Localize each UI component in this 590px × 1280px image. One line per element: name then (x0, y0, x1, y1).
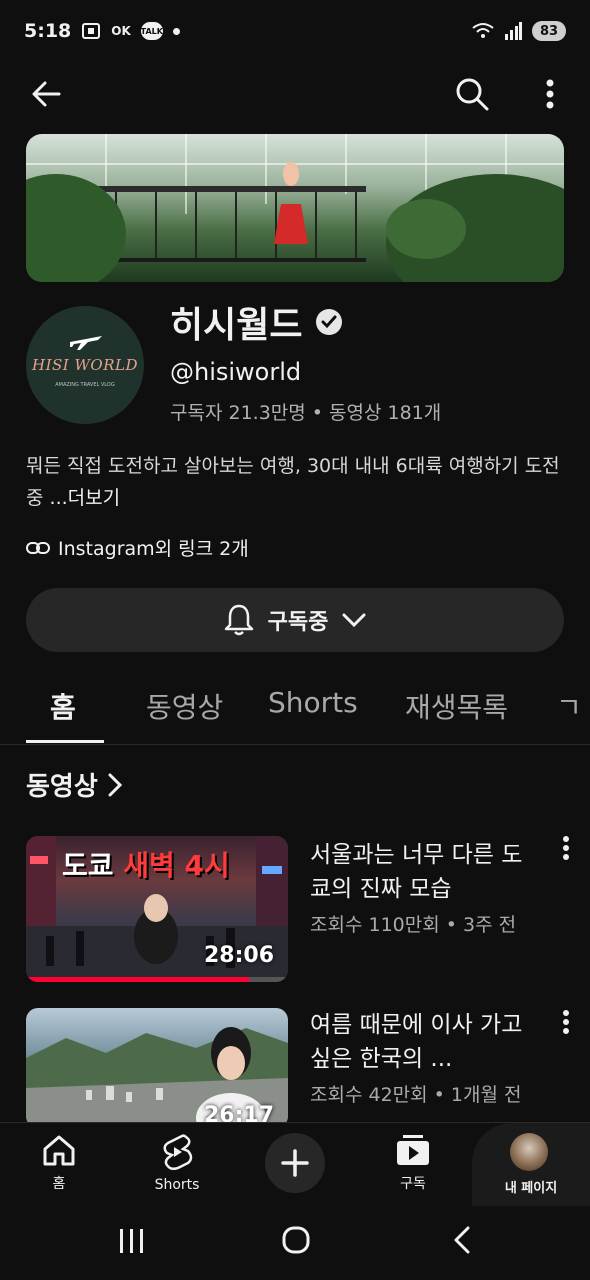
shorts-icon (163, 1134, 193, 1171)
video-thumbnail[interactable]: 26:17 (26, 1008, 288, 1128)
avatar (510, 1133, 548, 1171)
video-menu-button[interactable] (556, 836, 576, 866)
chevron-right-icon (108, 773, 122, 796)
section-title: 동영상 (26, 772, 98, 802)
videos-section-header[interactable]: 동영상 (26, 766, 122, 803)
channel-handle: @hisiworld (170, 358, 302, 386)
nav-subscriptions[interactable]: 구독 (368, 1133, 458, 1193)
thumbnail-caption: 도쿄 새벽 4시 (62, 849, 230, 882)
more-vertical-icon (546, 79, 554, 109)
wifi-icon (472, 23, 494, 38)
signal-icon (505, 22, 522, 40)
system-navigation-bar (0, 1206, 590, 1280)
subscribed-label: 구독중 (267, 610, 329, 635)
home-icon (43, 1135, 75, 1166)
video-meta: 조회수 110만회 • 3주 전 (310, 914, 517, 936)
plus-icon (281, 1149, 309, 1177)
nav-shorts[interactable]: Shorts (132, 1133, 222, 1193)
channel-avatar[interactable]: HISI WORLD AMAZING TRAVEL VLOG (26, 306, 144, 424)
back-button[interactable] (26, 74, 66, 114)
watch-progress-bar (26, 977, 288, 982)
more-link[interactable]: ...더보기 (50, 487, 121, 509)
search-button[interactable] (452, 74, 492, 114)
video-title[interactable]: 여름 때문에 이사 가고 싶은 한국의 ... (310, 1008, 540, 1076)
channel-name: 히시월드 (170, 305, 303, 346)
more-vertical-icon (563, 836, 569, 860)
video-thumbnail[interactable]: 도쿄 새벽 4시 28:06 (26, 836, 288, 982)
airplane-icon (70, 336, 102, 350)
bell-icon (224, 604, 253, 636)
tab-shorts[interactable]: Shorts (268, 686, 358, 719)
nav-home[interactable]: 홈 (14, 1133, 104, 1193)
subscribed-button[interactable]: 구독중 (26, 588, 564, 652)
verified-icon (316, 309, 343, 335)
notification-dot (172, 27, 180, 35)
tab-playlists[interactable]: 재생목록 (405, 686, 508, 726)
back-nav-icon[interactable] (452, 1226, 472, 1254)
nav-my-page-label: 내 페이지 (504, 1181, 558, 1196)
status-bar: 5:18 OK TALK 83 (24, 14, 566, 48)
channel-banner (26, 134, 564, 282)
chevron-down-icon (342, 613, 366, 627)
active-tab-indicator (26, 740, 104, 743)
video-meta: 조회수 42만회 • 1개월 전 (310, 1084, 522, 1106)
kakaotalk-icon: TALK (141, 22, 163, 40)
more-vertical-icon (563, 1010, 569, 1034)
video-title[interactable]: 서울과는 너무 다른 도쿄의 진짜 모습 (310, 838, 540, 906)
avatar-logo-subtext: AMAZING TRAVEL VLOG (55, 382, 115, 388)
more-options-button[interactable] (530, 74, 570, 114)
status-time: 5:18 (24, 20, 72, 42)
subscriptions-icon (397, 1135, 429, 1165)
avatar-logo-text: HISI WORLD (32, 356, 138, 374)
watch-progress-fill (26, 977, 249, 982)
tab-videos[interactable]: 동영상 (146, 686, 223, 726)
nav-my-page[interactable]: 내 페이지 (472, 1123, 590, 1207)
channel-stats: 구독자 21.3만명 • 동영상 181개 (170, 402, 442, 424)
tab-home[interactable]: 홈 (50, 686, 76, 726)
nav-subscriptions-label: 구독 (400, 1176, 426, 1192)
arrow-left-icon (32, 81, 61, 107)
channel-tabs: 홈 동영상 Shorts 재생목록 ㄱ (0, 676, 590, 745)
bottom-navigation: 홈 Shorts 구독 내 페이지 (0, 1122, 590, 1207)
link-text: Instagram외 링크 2개 (58, 538, 249, 560)
tab-more[interactable]: ㄱ (556, 686, 582, 726)
ok-indicator: OK (111, 24, 131, 38)
video-duration: 28:06 (203, 943, 274, 968)
channel-title: 히시월드 (170, 296, 343, 348)
channel-description[interactable]: 뭐든 직접 도전하고 살아보는 여행, 30대 내내 6대륙 여행하기 도전 중… (26, 450, 566, 514)
create-button[interactable] (265, 1133, 325, 1193)
home-button-icon[interactable] (282, 1226, 310, 1254)
nav-home-label: 홈 (52, 1176, 66, 1192)
channel-links[interactable]: Instagram외 링크 2개 (26, 534, 249, 561)
link-icon (26, 541, 50, 554)
nav-shorts-label: Shorts (154, 1177, 200, 1193)
battery-indicator: 83 (532, 21, 566, 41)
screenshot-icon (82, 23, 101, 39)
video-menu-button[interactable] (556, 1010, 576, 1040)
recent-apps-icon[interactable] (118, 1228, 146, 1254)
search-icon (456, 78, 489, 111)
